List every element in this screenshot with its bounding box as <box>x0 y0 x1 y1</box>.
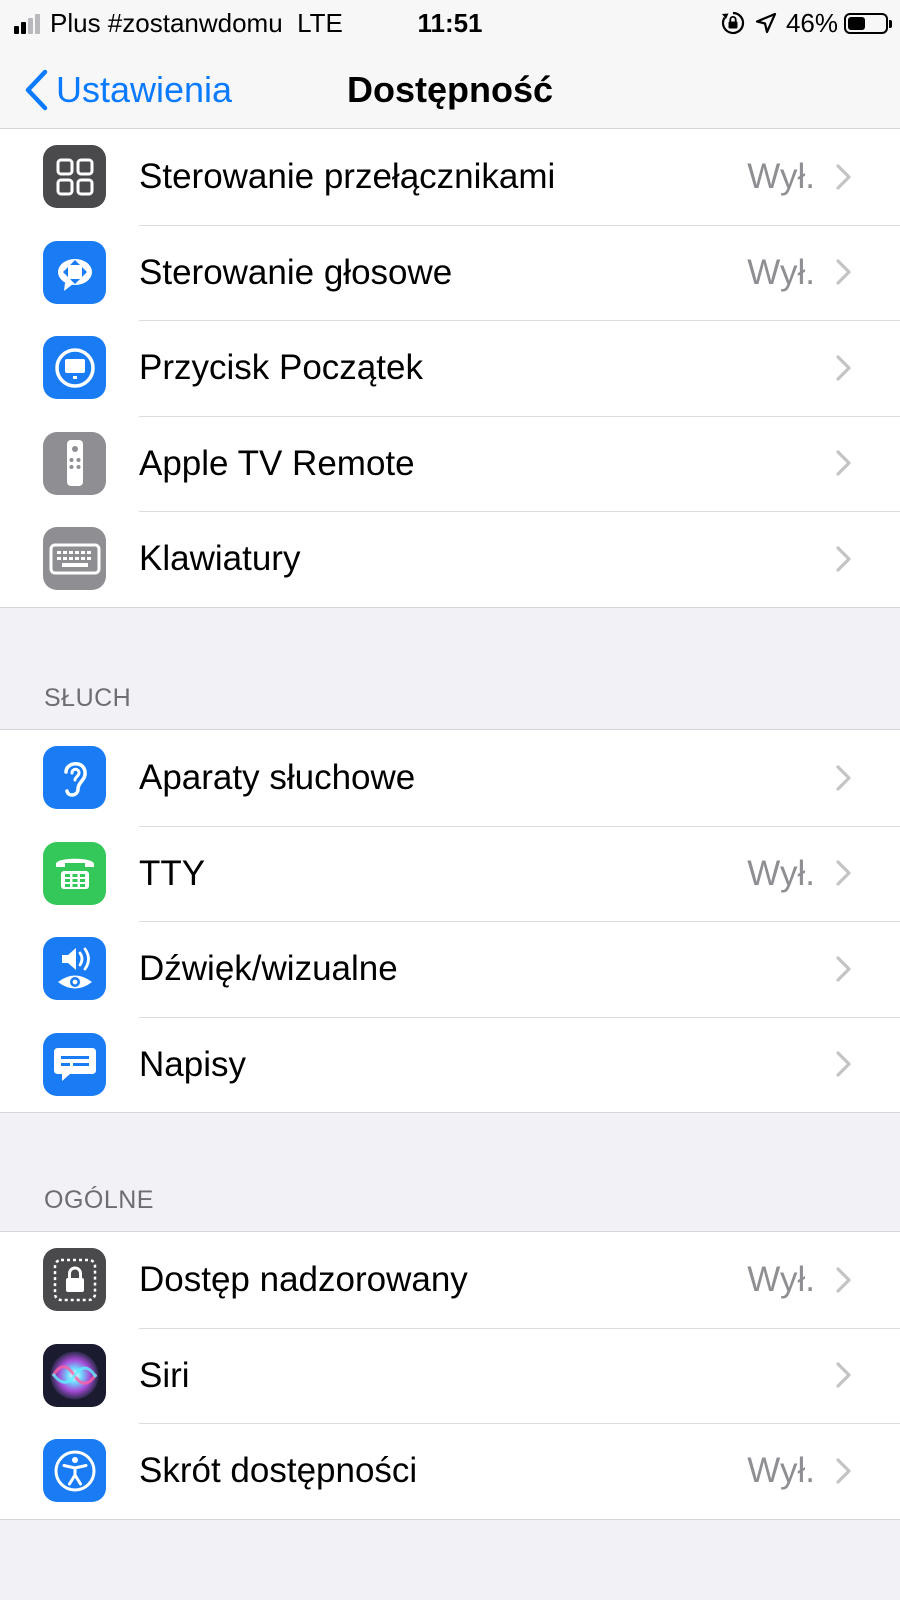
settings-row-accessibility-shortcut[interactable]: Skrót dostępności Wył. <box>0 1423 900 1519</box>
siri-icon <box>43 1343 106 1407</box>
settings-group-interaction: Sterowanie przełącznikami Wył. Sterowani… <box>0 128 900 608</box>
settings-group-general: Dostęp nadzorowany Wył. Siri Skrót dostę… <box>0 1231 900 1520</box>
battery-icon <box>844 12 892 34</box>
row-label: Apple TV Remote <box>139 443 415 483</box>
row-label: Dźwięk/wizualne <box>139 949 398 988</box>
guided-access-lock-icon <box>43 1248 106 1312</box>
status-bar: Plus #zostanwdomu LTE 11:51 46% <box>0 0 900 46</box>
switch-control-icon <box>43 145 106 209</box>
row-label: Aparaty słuchowe <box>139 758 416 797</box>
audio-visual-icon <box>43 937 106 1001</box>
row-value: Wył. <box>747 157 815 196</box>
chevron-right-icon <box>836 765 851 791</box>
chevron-right-icon <box>836 259 851 285</box>
location-arrow-icon <box>755 12 777 34</box>
row-label: Skrót dostępności <box>139 1451 418 1490</box>
section-header-hearing: SŁUCH <box>44 684 132 712</box>
settings-row-subtitles[interactable]: Napisy <box>0 1016 900 1113</box>
settings-row-home-button[interactable]: Przycisk Początek <box>0 320 900 416</box>
chevron-right-icon <box>836 450 851 476</box>
row-value: Wył. <box>747 1451 815 1490</box>
battery-percent: 46% <box>785 8 838 38</box>
settings-group-hearing: Aparaty słuchowe TTY Wył. Dźwięk/wizualn… <box>0 729 900 1113</box>
row-label: Napisy <box>139 1044 246 1084</box>
row-label: Siri <box>139 1355 190 1395</box>
voice-control-icon <box>43 240 106 304</box>
settings-row-hearing-devices[interactable]: Aparaty słuchowe <box>0 730 900 826</box>
chevron-right-icon <box>836 1051 851 1077</box>
tty-phone-icon <box>43 841 106 905</box>
battery-level-fill <box>848 16 865 30</box>
row-label: Sterowanie przełącznikami <box>139 157 556 196</box>
settings-row-guided-access[interactable]: Dostęp nadzorowany Wył. <box>0 1232 900 1328</box>
page-title: Dostępność <box>346 69 554 110</box>
row-value: Wył. <box>747 1260 815 1299</box>
section-header-general: OGÓLNE <box>44 1186 154 1214</box>
chevron-right-icon <box>836 1362 851 1388</box>
chevron-right-icon <box>836 860 851 886</box>
row-label: Sterowanie głosowe <box>139 252 453 292</box>
settings-row-audio-visual[interactable]: Dźwięk/wizualne <box>0 921 900 1017</box>
settings-row-siri[interactable]: Siri <box>0 1327 900 1424</box>
subtitles-icon <box>43 1032 106 1096</box>
status-bar-right: 46% <box>720 8 892 38</box>
settings-row-voice-control[interactable]: Sterowanie głosowe Wył. <box>0 224 900 321</box>
apple-tv-remote-icon <box>43 431 106 495</box>
settings-row-apple-tv-remote[interactable]: Apple TV Remote <box>0 415 900 512</box>
row-label: Dostęp nadzorowany <box>139 1260 468 1299</box>
row-value: Wył. <box>747 853 815 893</box>
chevron-right-icon <box>836 1458 851 1484</box>
chevron-right-icon <box>836 956 851 982</box>
chevron-right-icon <box>836 1267 851 1293</box>
accessibility-shortcut-icon <box>43 1439 106 1503</box>
row-label: Przycisk Początek <box>139 348 423 387</box>
navigation-bar: Ustawienia Dostępność <box>0 46 900 139</box>
settings-row-tty[interactable]: TTY Wył. <box>0 825 900 922</box>
chevron-right-icon <box>836 355 851 381</box>
settings-row-switch-control[interactable]: Sterowanie przełącznikami Wył. <box>0 129 900 225</box>
row-value: Wył. <box>747 252 815 292</box>
row-label: TTY <box>139 853 206 893</box>
chevron-right-icon <box>836 546 851 572</box>
keyboard-icon <box>43 527 106 591</box>
chevron-right-icon <box>836 164 851 190</box>
orientation-lock-icon <box>721 11 745 35</box>
home-button-icon <box>43 336 106 400</box>
row-label: Klawiatury <box>139 539 301 578</box>
settings-row-keyboards[interactable]: Klawiatury <box>0 511 900 607</box>
hearing-ear-icon <box>43 746 106 810</box>
